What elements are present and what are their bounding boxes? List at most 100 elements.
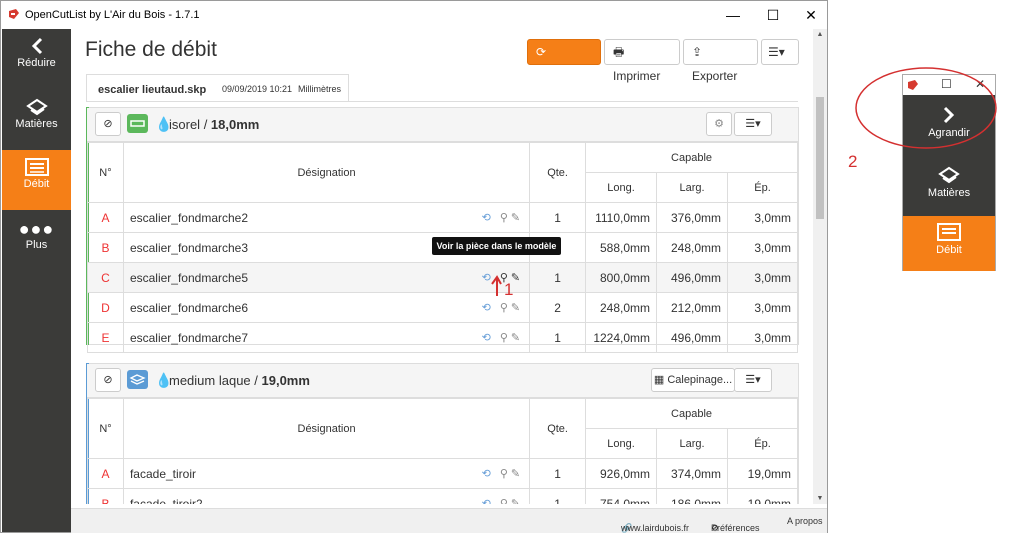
row-long: 248,0mm: [585, 292, 658, 323]
header-ep: Ép.: [727, 172, 798, 203]
materials-icon: [903, 159, 995, 187]
table-row[interactable]: Cescalier_fondmarche5 ⟲ ⚲✎ 1 800,0mm 496,0mm…: [87, 262, 798, 293]
print-button[interactable]: 🖶 Imprimer: [604, 39, 680, 83]
generate-label: Générer: [536, 69, 581, 83]
pencil-icon[interactable]: ✎: [511, 332, 523, 344]
pencil-icon[interactable]: ✎: [511, 498, 523, 505]
pencil-icon[interactable]: ✎: [511, 302, 523, 314]
sidebar-item-label: Débit: [23, 178, 50, 190]
axes-icon[interactable]: ⟲: [482, 498, 494, 505]
calepinage-label: Calepinage...: [667, 374, 733, 386]
row-larg: 212,0mm: [656, 292, 728, 323]
axes-icon[interactable]: ⟲: [482, 468, 494, 480]
calepinage-button[interactable]: ▦ Calepinage...: [651, 368, 735, 392]
print-label: Imprimer: [613, 69, 661, 83]
row-ep: 3,0mm: [727, 322, 798, 353]
material-thickness: 19,0mm: [261, 373, 310, 388]
table-row[interactable]: Descalier_fondmarche6 ⟲ ⚲✎ 2 248,0mm 212,0mm…: [87, 292, 798, 323]
table-row[interactable]: Aescalier_fondmarche2 ⟲ ⚲✎ 1 1110,0mm 376,0m…: [87, 202, 798, 233]
magnifier-icon[interactable]: ⚲: [500, 332, 511, 344]
row-long: 588,0mm: [585, 232, 658, 263]
magnifier-icon[interactable]: ⚲: [500, 302, 511, 314]
magnifier-icon[interactable]: ⚲: [500, 498, 511, 505]
row-larg: 496,0mm: [656, 322, 728, 353]
hide-group-button[interactable]: ⊘: [95, 112, 121, 136]
table-row[interactable]: Afacade_tiroir ⟲ ⚲✎ 1 926,0mm 374,0mm 19,0mm: [87, 458, 798, 489]
table-row[interactable]: Eescalier_fondmarche7 ⟲ ⚲✎ 1 1224,0mm 496,0m…: [87, 322, 798, 353]
material-type-icon: [127, 114, 148, 133]
header-qty: Qte.: [529, 142, 587, 203]
scroll-thumb[interactable]: [816, 97, 824, 219]
sidebar-item-label: Matières: [927, 187, 971, 199]
axes-icon[interactable]: ⟲: [482, 212, 494, 224]
axes-icon[interactable]: ⟲: [482, 332, 494, 344]
row-qty: 1: [529, 488, 587, 504]
sidebar-item-materials[interactable]: Matières: [903, 159, 995, 216]
app-window: OpenCutList by L'Air du Bois - 1.7.1 — ☐…: [0, 0, 828, 533]
group-title: isorel / 18,0mm: [169, 117, 260, 132]
row-letter: D: [87, 292, 124, 323]
table-row[interactable]: Bfacade_tiroir2 ⟲ ⚲✎ 1 754,0mm 186,0mm 19,0mm: [87, 488, 798, 505]
maximize-button[interactable]: ☐: [759, 5, 787, 25]
row-qty: 1: [529, 322, 587, 353]
header-num: N°: [87, 142, 124, 203]
sidebar-item-more[interactable]: ●●● Plus: [2, 211, 71, 271]
export-button[interactable]: ⇪ Exporter: [683, 39, 758, 83]
row-larg: 186,0mm: [656, 488, 728, 504]
file-date: 09/09/2019 10:21: [222, 84, 293, 94]
hide-group-button[interactable]: ⊘: [95, 368, 121, 392]
eye-slash-icon: ⊘: [103, 374, 113, 386]
row-qty: 1: [529, 202, 587, 233]
row-designation: escalier_fondmarche6 ⟲ ⚲✎: [122, 292, 531, 323]
part-name: escalier_fondmarche2: [129, 210, 249, 225]
generate-button[interactable]: ⟳ Générer: [527, 39, 601, 83]
group-header: ⊘ 💧 medium laque / 19,0mm ▦ Calepinage..…: [87, 364, 798, 398]
magnifier-icon[interactable]: ⚲: [500, 212, 511, 224]
export-icon: ⇪: [692, 45, 703, 59]
vertical-scrollbar[interactable]: ▲ ▼: [813, 29, 827, 504]
material-type-icon: [127, 370, 148, 389]
material-thickness: 18,0mm: [210, 117, 260, 132]
header-larg: Larg.: [656, 172, 728, 203]
group-settings-button[interactable]: ⚙: [706, 112, 732, 136]
sidebar-item-label: Débit: [936, 244, 962, 256]
axes-icon[interactable]: ⟲: [482, 302, 494, 314]
tooltip: Voir la pièce dans le modèle: [432, 237, 561, 255]
more-icon: ●●●: [18, 219, 55, 239]
sidebar-item-label: Réduire: [17, 57, 56, 69]
header-designation: Désignation: [122, 142, 531, 203]
page-title: Fiche de débit: [85, 38, 217, 61]
pencil-icon[interactable]: ✎: [511, 212, 523, 224]
row-long: 1110,0mm: [585, 202, 658, 233]
header-long: Long.: [585, 428, 658, 459]
minimize-button[interactable]: —: [719, 5, 747, 25]
sidebar-item-cutlist[interactable]: Débit: [903, 216, 995, 271]
pencil-icon[interactable]: ✎: [511, 468, 523, 480]
file-name: escalier lieutaud.skp: [98, 84, 207, 96]
menu-button[interactable]: ☰▾: [761, 39, 799, 65]
group-menu-button[interactable]: ☰▾: [734, 112, 772, 136]
row-ep: 19,0mm: [727, 458, 798, 489]
row-qty: 2: [529, 292, 587, 323]
magnifier-icon[interactable]: ⚲: [500, 468, 511, 480]
part-name: facade_tiroir: [129, 466, 197, 481]
row-larg: 374,0mm: [656, 458, 728, 489]
scroll-down-icon[interactable]: ▼: [813, 495, 827, 502]
sidebar-item-cutlist[interactable]: Débit: [2, 150, 71, 210]
sidebar-item-materials[interactable]: Matières: [2, 90, 71, 150]
grid-icon: ▦: [653, 374, 668, 386]
group-menu-button[interactable]: ☰▾: [734, 368, 772, 392]
sidebar-item-reduce[interactable]: Réduire: [2, 29, 71, 89]
row-letter: B: [87, 488, 124, 504]
row-ep: 3,0mm: [727, 262, 798, 293]
material-group-isorel: ⊘ 💧 isorel / 18,0mm ⚙ ☰▾ N° Désignation …: [86, 107, 799, 353]
file-tab[interactable]: escalier lieutaud.skp 09/09/2019 10:21 M…: [86, 74, 349, 102]
row-designation: facade_tiroir2 ⟲ ⚲✎: [122, 488, 531, 505]
chevron-left-icon: [2, 29, 71, 57]
row-larg: 376,0mm: [656, 202, 728, 233]
close-button[interactable]: ✕: [797, 5, 825, 25]
scroll-up-icon[interactable]: ▲: [813, 31, 827, 38]
about-link[interactable]: A propos: [787, 516, 823, 526]
part-name: facade_tiroir2: [129, 496, 203, 505]
row-ep: 3,0mm: [727, 292, 798, 323]
